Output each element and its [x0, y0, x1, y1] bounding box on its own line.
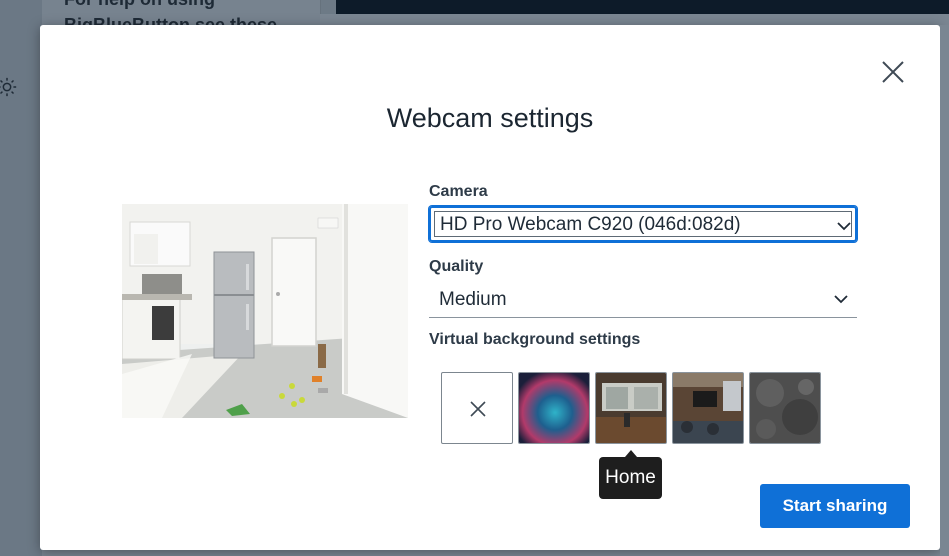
coworking-thumbnail — [673, 373, 743, 443]
virtual-background-blur[interactable] — [518, 372, 590, 444]
modal-title: Webcam settings — [386, 103, 594, 133]
quality-select[interactable]: Medium — [429, 287, 857, 318]
blur-thumbnail — [519, 373, 589, 443]
chevron-down-icon — [834, 295, 848, 304]
chevron-down-icon — [837, 222, 851, 231]
virtual-background-label: Virtual background settings — [429, 331, 641, 348]
virtual-background-home[interactable] — [595, 372, 667, 444]
quality-label: Quality — [429, 258, 484, 275]
gear-icon — [0, 77, 17, 97]
close-icon — [470, 401, 486, 417]
webcam-preview — [122, 204, 408, 418]
virtual-background-board[interactable] — [749, 372, 821, 444]
webcam-settings-modal: Webcam settings Camera HD Pro Webcam C92… — [40, 25, 940, 550]
start-sharing-button[interactable]: Start sharing — [760, 484, 910, 528]
close-icon[interactable] — [878, 57, 908, 87]
camera-select-value: HD Pro Webcam C920 (046d:082d) — [440, 214, 741, 235]
tooltip: Home — [599, 450, 662, 499]
camera-select[interactable]: HD Pro Webcam C920 (046d:082d) — [429, 206, 857, 242]
camera-label: Camera — [429, 183, 488, 200]
board-thumbnail — [750, 373, 820, 443]
quality-select-value: Medium — [439, 289, 507, 310]
background-edge — [940, 25, 949, 556]
virtual-background-none[interactable] — [441, 372, 513, 444]
top-bar — [336, 0, 949, 14]
home-thumbnail — [596, 373, 666, 443]
virtual-background-coworking[interactable] — [672, 372, 744, 444]
